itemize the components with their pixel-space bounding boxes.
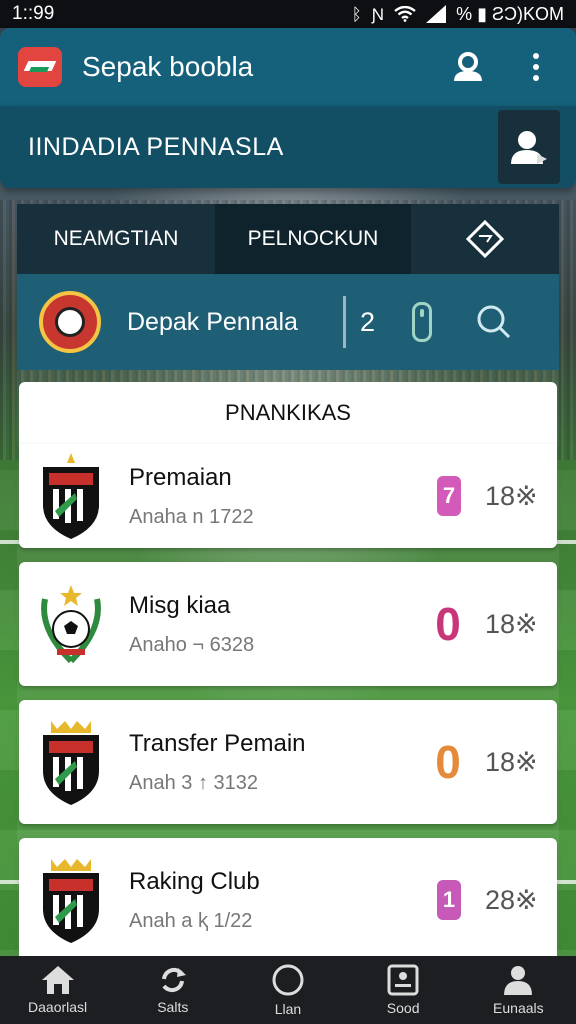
item-count: 18※ bbox=[485, 608, 538, 639]
section-title: PNANKIKAS bbox=[19, 382, 557, 444]
nav-item-llan[interactable]: Llan bbox=[238, 956, 338, 1024]
item-subtitle: Anah 3 ↑ 3132 bbox=[129, 771, 258, 794]
status-badge: 0 bbox=[435, 598, 461, 650]
club-crest-icon bbox=[41, 585, 101, 664]
diamond-badge-icon bbox=[465, 219, 505, 259]
item-title: Misg kiaa bbox=[129, 591, 231, 619]
club-crest-icon bbox=[43, 453, 99, 539]
wifi-icon bbox=[394, 6, 416, 22]
item-count: 28※ bbox=[485, 884, 538, 915]
sub-header-title: IINDADIA PENNASLA bbox=[28, 132, 284, 161]
nav-label: Llan bbox=[274, 1001, 302, 1017]
home-icon bbox=[41, 966, 74, 994]
nav-label: Salts bbox=[157, 999, 189, 1015]
status-right-text: % ▮ ƧƆ)KOM bbox=[456, 3, 564, 24]
tab-bar: NEAMGTIAN PELNOCKUN bbox=[17, 204, 559, 274]
item-title: Raking Club bbox=[129, 867, 260, 895]
status-bar: 1::99 ᛒ Ɲ % ▮ ƧƆ)KOM bbox=[0, 0, 576, 28]
tab-pelnockun[interactable]: PELNOCKUN bbox=[215, 204, 411, 274]
list-item[interactable]: Misg kiaa Anaho ¬ 6328 0 18※ bbox=[19, 562, 557, 686]
nav-item-sood[interactable]: Sood bbox=[353, 956, 453, 1024]
status-icons: ᛒ Ɲ % ▮ ƧƆ)KOM bbox=[352, 4, 564, 25]
app-logo[interactable] bbox=[18, 47, 62, 87]
club-bar: Depak Pennala 2 bbox=[17, 274, 559, 370]
status-time: 1::99 bbox=[12, 3, 55, 24]
list-item[interactable]: Premaian Anaha n 1722 7 18※ bbox=[19, 444, 557, 548]
status-badge: 1 bbox=[437, 880, 461, 920]
item-title: Premaian bbox=[129, 463, 232, 491]
status-badge: 0 bbox=[435, 736, 461, 788]
circle-icon bbox=[272, 964, 304, 996]
list-item[interactable]: Raking Club Anah a ⱪ 1/22 1 28※ bbox=[19, 838, 557, 962]
item-count: 18※ bbox=[485, 480, 538, 511]
refresh-icon bbox=[161, 967, 186, 993]
club-name: Depak Pennala bbox=[127, 307, 298, 336]
club-crest-icon bbox=[43, 859, 99, 943]
club-crest-icon[interactable] bbox=[39, 291, 101, 353]
bluetooth-icon: ᛒ bbox=[351, 4, 362, 24]
item-subtitle: Anaho ¬ 6328 bbox=[129, 633, 255, 656]
club-crest-icon bbox=[43, 721, 99, 805]
phone-icon[interactable] bbox=[412, 302, 432, 342]
sub-header: IINDADIA PENNASLA bbox=[0, 106, 576, 188]
portrait-icon bbox=[387, 964, 419, 996]
person-icon bbox=[504, 966, 533, 995]
nav-item-eunaals[interactable]: Eunaals bbox=[468, 956, 568, 1024]
bottom-nav: Daaorlasl Salts Llan Sood Eunaals bbox=[0, 956, 576, 1024]
nav-label: Eunaals bbox=[493, 1000, 544, 1016]
item-subtitle: Anaha n 1722 bbox=[129, 505, 254, 528]
app-bar: Sepak boobla bbox=[0, 28, 576, 106]
tab-neamgtian[interactable]: NEAMGTIAN bbox=[17, 204, 215, 274]
nav-item-home[interactable]: Daaorlasl bbox=[8, 956, 108, 1024]
app-title: Sepak boobla bbox=[82, 51, 254, 82]
item-title: Transfer Pemain bbox=[129, 729, 306, 757]
nfc-icon: Ɲ bbox=[371, 4, 385, 24]
profile-icon bbox=[511, 131, 547, 164]
profile-button[interactable] bbox=[498, 110, 560, 184]
tab-diamond[interactable] bbox=[411, 204, 559, 274]
search-icon[interactable] bbox=[472, 300, 516, 344]
signal-icon bbox=[426, 5, 447, 23]
item-count: 18※ bbox=[485, 746, 538, 777]
item-subtitle: Anah a ⱪ 1/22 bbox=[129, 909, 253, 932]
account-icon[interactable] bbox=[446, 45, 490, 89]
nav-label: Daaorlasl bbox=[28, 999, 88, 1015]
main-card: NEAMGTIAN PELNOCKUN Depak Pennala 2 PNAN… bbox=[17, 204, 559, 964]
nav-item-salts[interactable]: Salts bbox=[123, 956, 223, 1024]
nav-label: Sood bbox=[386, 1000, 420, 1016]
more-vert-icon[interactable] bbox=[514, 45, 558, 89]
list-item[interactable]: Transfer Pemain Anah 3 ↑ 3132 0 18※ bbox=[19, 700, 557, 824]
club-count: 2 bbox=[360, 306, 376, 337]
status-badge: 7 bbox=[437, 476, 461, 516]
divider bbox=[343, 296, 346, 348]
